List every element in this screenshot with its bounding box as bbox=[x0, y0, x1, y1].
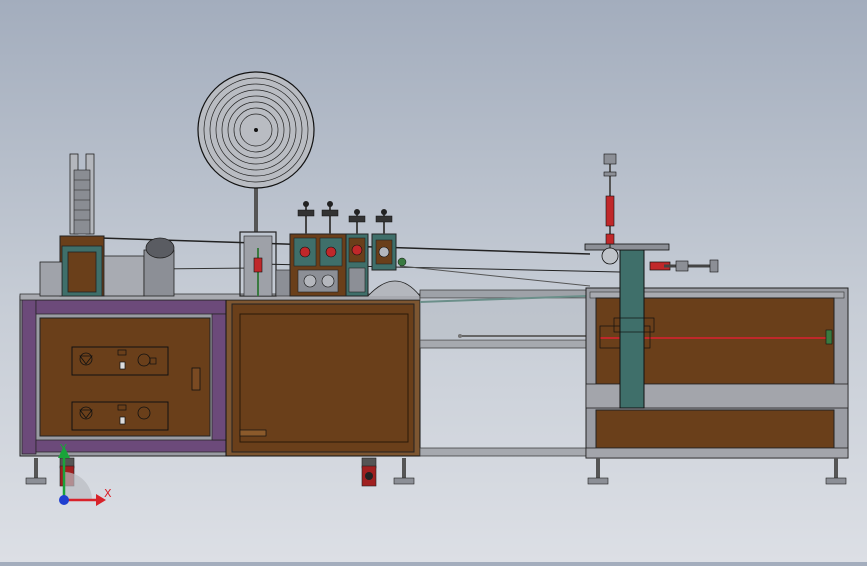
roller-station-2 bbox=[345, 209, 369, 297]
z-axis-dot bbox=[59, 495, 69, 505]
roller-station-3 bbox=[371, 209, 397, 271]
roller-station-1 bbox=[289, 201, 347, 297]
left-feeder-tower bbox=[39, 153, 105, 297]
motor-assembly bbox=[103, 237, 175, 297]
material-spool bbox=[197, 71, 315, 232]
center-cabinet bbox=[225, 299, 421, 457]
leveling-feet bbox=[25, 458, 847, 485]
control-box-lower bbox=[71, 401, 169, 431]
cad-viewport[interactable]: Y X bbox=[0, 0, 867, 562]
right-adjuster-shaft bbox=[649, 259, 719, 273]
y-axis-label: Y bbox=[59, 442, 67, 455]
x-axis-label: X bbox=[104, 487, 112, 500]
caster-wheel bbox=[361, 457, 377, 487]
control-box-upper bbox=[71, 346, 169, 376]
middle-link-frame bbox=[419, 289, 587, 457]
machine-model[interactable]: Y X bbox=[0, 0, 867, 562]
